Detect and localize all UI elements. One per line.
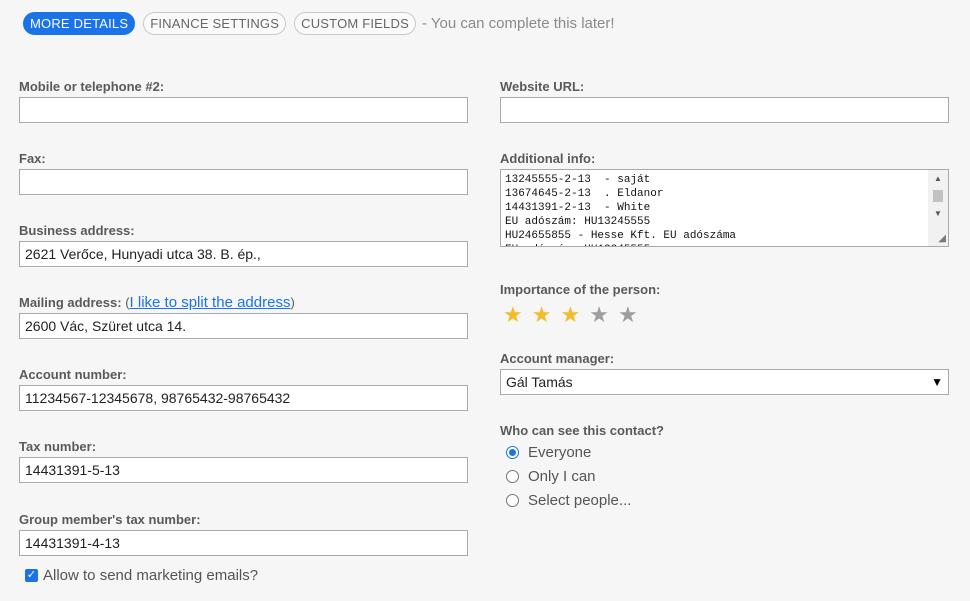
tax-number-input[interactable]: [19, 457, 468, 483]
radio-everyone[interactable]: Everyone: [506, 440, 949, 464]
account-manager-select[interactable]: Gál Tamás ▼: [500, 369, 949, 395]
additional-info-label: Additional info:: [500, 151, 596, 166]
account-manager-group: Account manager: Gál Tamás ▼: [500, 350, 949, 422]
scroll-thumb[interactable]: [933, 190, 943, 202]
fax-label: Fax:: [19, 151, 46, 166]
tab-more-details[interactable]: MORE DETAILS: [23, 12, 136, 35]
website-group: Website URL:: [500, 78, 949, 150]
account-manager-label: Account manager:: [500, 351, 615, 366]
mailing-address-input[interactable]: [19, 313, 468, 339]
dropdown-arrow-icon: ▼: [931, 375, 943, 389]
marketing-label: Allow to send marketing emails?: [43, 567, 259, 584]
split-link-open: (: [121, 295, 130, 310]
star-5-icon[interactable]: ★: [618, 303, 638, 327]
right-column: Website URL: Additional info: 13245555-2…: [500, 78, 949, 512]
visibility-group: Who can see this contact? Everyone Only …: [500, 422, 949, 512]
business-address-label: Business address:: [19, 223, 135, 238]
fax-field-group: Fax:: [19, 150, 468, 222]
group-tax-number-group: Group member's tax number:: [19, 511, 468, 556]
group-tax-number-label: Group member's tax number:: [19, 512, 201, 527]
radio-select-people-button[interactable]: [506, 493, 519, 507]
account-manager-value: Gál Tamás: [506, 374, 573, 390]
resize-grip-icon[interactable]: ◢: [938, 233, 946, 244]
star-1-icon[interactable]: ★: [503, 303, 523, 327]
radio-select-people[interactable]: Select people...: [506, 488, 949, 512]
visibility-label: Who can see this contact?: [500, 423, 664, 438]
account-number-label: Account number:: [19, 367, 127, 382]
additional-info-text: 13245555-2-13 - saját 13674645-2-13 . El…: [505, 174, 737, 246]
tabs-note: - You can complete this later!: [421, 15, 615, 32]
star-3-icon[interactable]: ★: [560, 303, 580, 327]
website-input[interactable]: [500, 97, 949, 123]
account-number-group: Account number:: [19, 366, 468, 438]
importance-label: Importance of the person:: [500, 282, 661, 297]
split-address-link[interactable]: I like to split the address: [130, 294, 291, 311]
split-link-close: ): [290, 295, 295, 310]
radio-everyone-label: Everyone: [528, 443, 592, 461]
scroll-up-icon[interactable]: ▲: [928, 172, 948, 186]
mobile-label: Mobile or telephone #2:: [19, 79, 165, 94]
left-column: Mobile or telephone #2: Fax: Business ad…: [19, 78, 468, 556]
mailing-address-group: Mailing address: (I like to split the ad…: [19, 294, 468, 366]
importance-rating: ★ ★ ★ ★ ★: [503, 303, 949, 327]
marketing-consent[interactable]: ✓ Allow to send marketing emails?: [25, 567, 258, 584]
mailing-address-label-row: Mailing address: (I like to split the ad…: [19, 294, 468, 312]
marketing-checkbox[interactable]: ✓: [25, 569, 38, 582]
radio-select-people-label: Select people...: [528, 491, 632, 509]
tab-bar: MORE DETAILS FINANCE SETTINGS CUSTOM FIE…: [23, 12, 615, 35]
account-number-input[interactable]: [19, 385, 468, 411]
radio-everyone-button[interactable]: [506, 445, 519, 459]
tax-number-group: Tax number:: [19, 438, 468, 511]
mobile-input[interactable]: [19, 97, 468, 123]
tab-finance-settings[interactable]: FINANCE SETTINGS: [143, 12, 287, 35]
radio-only-me[interactable]: Only I can: [506, 464, 949, 488]
mailing-address-label: Mailing address:: [19, 295, 122, 310]
business-address-input[interactable]: [19, 241, 468, 267]
business-address-group: Business address:: [19, 222, 468, 294]
tax-number-label: Tax number:: [19, 439, 97, 454]
website-label: Website URL:: [500, 79, 585, 94]
group-tax-number-input[interactable]: [19, 530, 468, 556]
mobile-field-group: Mobile or telephone #2:: [19, 78, 468, 150]
additional-info-textarea[interactable]: 13245555-2-13 - saját 13674645-2-13 . El…: [500, 169, 949, 247]
tab-custom-fields[interactable]: CUSTOM FIELDS: [294, 12, 416, 35]
star-2-icon[interactable]: ★: [532, 303, 552, 327]
scroll-down-icon[interactable]: ▼: [928, 207, 948, 221]
radio-only-me-button[interactable]: [506, 469, 519, 483]
importance-group: Importance of the person: ★ ★ ★ ★ ★: [500, 281, 949, 350]
radio-only-me-label: Only I can: [528, 467, 596, 485]
additional-info-group: Additional info: 13245555-2-13 - saját 1…: [500, 150, 949, 281]
star-4-icon[interactable]: ★: [589, 303, 609, 327]
fax-input[interactable]: [19, 169, 468, 195]
textarea-scrollbar[interactable]: ▲ ▼ ◢: [928, 170, 948, 246]
